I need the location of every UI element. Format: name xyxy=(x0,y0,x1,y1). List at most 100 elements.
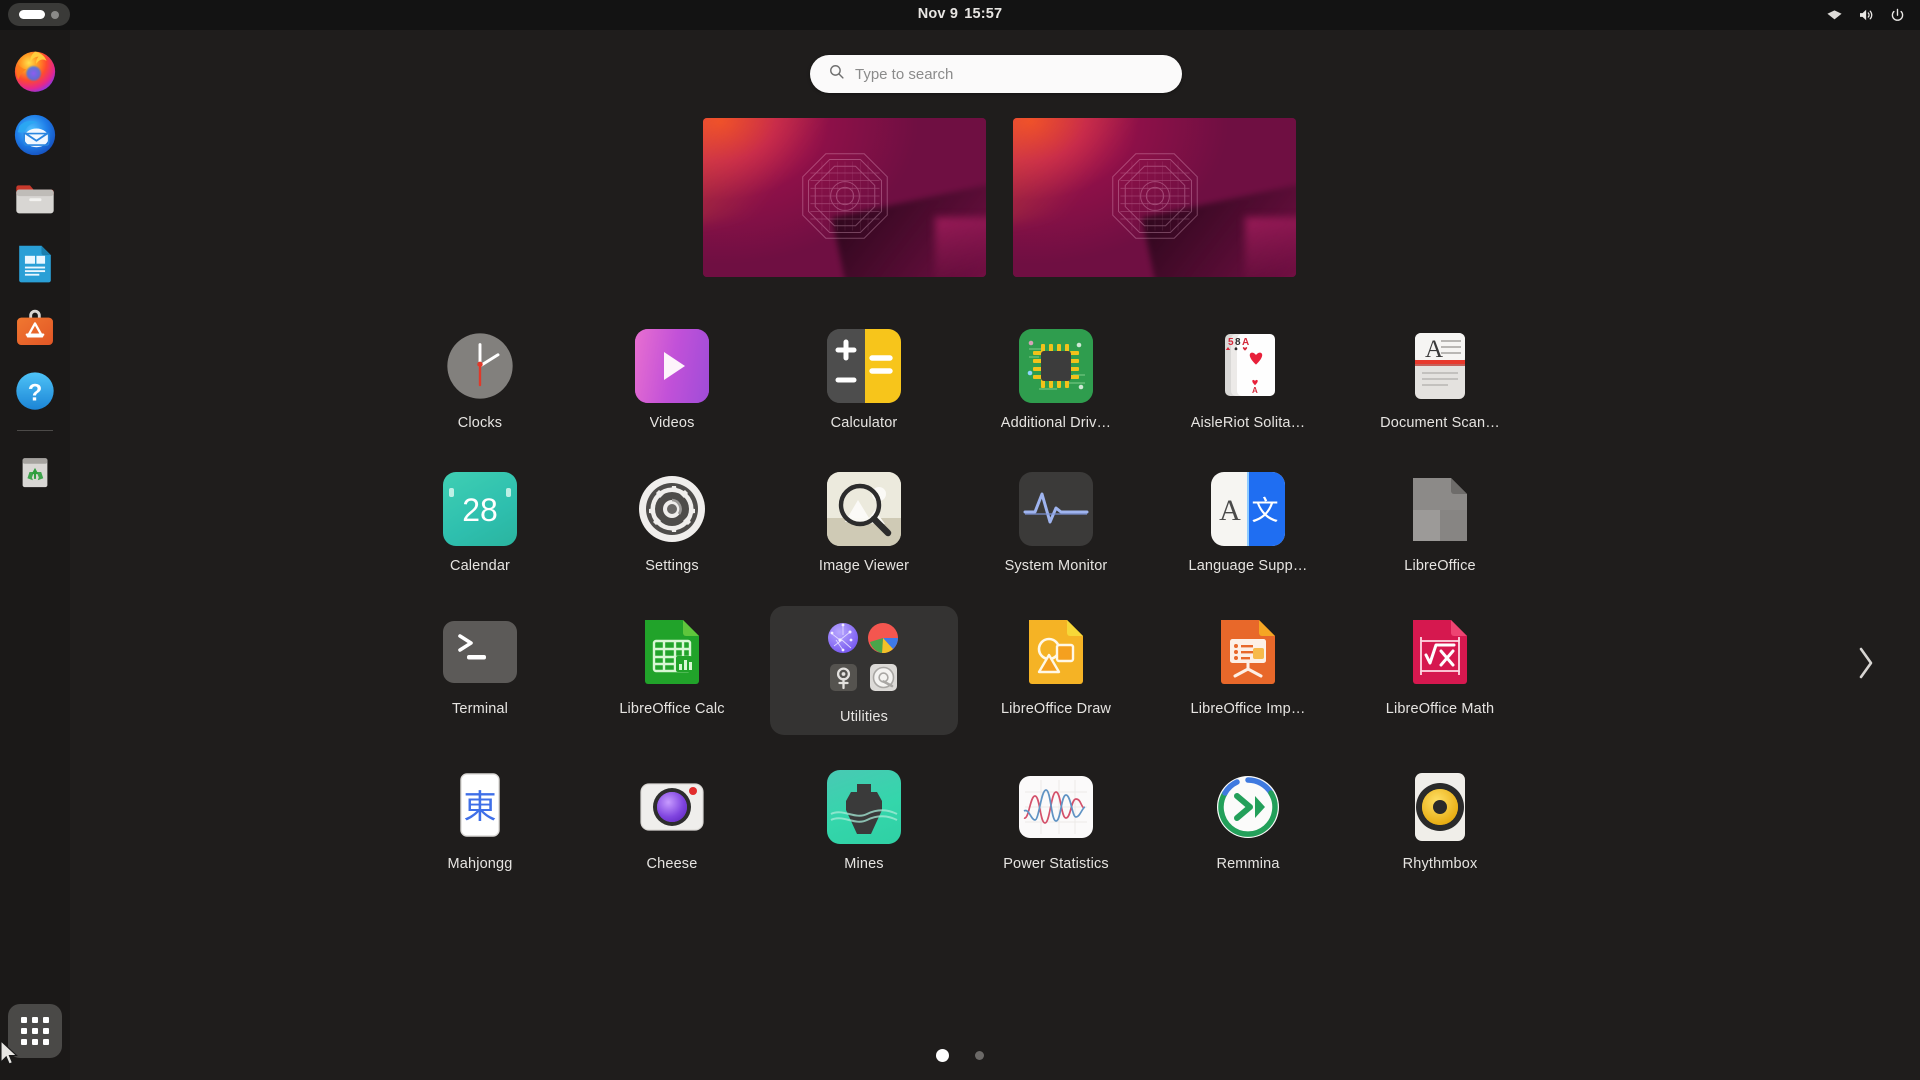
app-item-libreoffice-impress[interactable]: LibreOffice Imp… xyxy=(1154,606,1342,735)
svg-text:?: ? xyxy=(28,380,42,406)
app-folder-utilities[interactable]: Utilities xyxy=(770,606,958,735)
dock-item-firefox[interactable] xyxy=(8,44,62,98)
app-label: Image Viewer xyxy=(818,558,910,574)
remmina-icon xyxy=(1210,769,1286,845)
passwords-keys-icon xyxy=(830,664,857,691)
libreoffice-impress-icon xyxy=(1210,614,1286,690)
calendar-day-number: 28 xyxy=(462,492,498,528)
app-item-power-statistics[interactable]: Power Statistics xyxy=(962,761,1150,878)
power-icon[interactable] xyxy=(1889,7,1906,24)
favorites-dock: ? xyxy=(0,30,70,1080)
mahjongg-glyph: 東 xyxy=(464,788,497,825)
app-label: LibreOffice Calc xyxy=(619,701,725,717)
dock-item-thunderbird[interactable] xyxy=(8,108,62,162)
app-label: Terminal xyxy=(452,701,508,717)
videos-icon xyxy=(634,328,710,404)
app-item-settings[interactable]: Settings xyxy=(578,463,766,580)
dock-item-libreoffice-writer[interactable] xyxy=(8,236,62,290)
app-label: Calendar xyxy=(449,558,511,574)
app-label: Mahjongg xyxy=(447,856,513,872)
libreoffice-draw-icon xyxy=(1018,614,1094,690)
cheese-camera-icon xyxy=(634,769,710,845)
calendar-icon: 28 xyxy=(442,471,518,547)
dock-separator xyxy=(17,430,53,431)
app-label: Rhythmbox xyxy=(1402,856,1478,872)
next-page-arrow[interactable] xyxy=(1846,640,1886,686)
app-label: System Monitor xyxy=(1004,558,1108,574)
app-grid-row: Terminal LibreOffice Calc Utilities Libr… xyxy=(70,606,1850,735)
workspace-thumbnail-2[interactable] xyxy=(1013,118,1296,277)
app-item-additional-drivers[interactable]: Additional Driv… xyxy=(962,320,1150,437)
app-item-calculator[interactable]: Calculator xyxy=(770,320,958,437)
app-item-remmina[interactable]: Remmina xyxy=(1154,761,1342,878)
app-label: AisleRiot Solita… xyxy=(1190,415,1306,431)
clocks-icon xyxy=(442,328,518,404)
utilities-folder-icon xyxy=(823,620,905,698)
app-item-mines[interactable]: Mines xyxy=(770,761,958,878)
clock-date-time[interactable]: Nov 9 15:57 xyxy=(0,6,1920,22)
network-globe-icon xyxy=(828,623,858,653)
app-grid-row: Clocks Videos Calculator Additional Driv… xyxy=(70,320,1850,437)
app-label: LibreOffice Draw xyxy=(1000,701,1112,717)
app-item-cheese[interactable]: Cheese xyxy=(578,761,766,878)
document-scanner-icon: A xyxy=(1402,328,1478,404)
app-label: Document Scan… xyxy=(1380,415,1500,431)
additional-drivers-icon xyxy=(1018,328,1094,404)
language-support-icon: A 文 xyxy=(1210,471,1286,547)
svg-text:文: 文 xyxy=(1252,496,1279,526)
svg-text:A: A xyxy=(1252,386,1258,395)
libreoffice-calc-icon xyxy=(634,614,710,690)
settings-gear-icon xyxy=(634,471,710,547)
svg-text:A: A xyxy=(1219,494,1241,527)
app-label: Videos xyxy=(649,415,695,431)
app-label: Mines xyxy=(844,856,884,872)
app-item-libreoffice-math[interactable]: LibreOffice Math xyxy=(1346,606,1534,735)
terminal-icon xyxy=(442,614,518,690)
app-label: LibreOffice xyxy=(1404,558,1476,574)
image-viewer-icon xyxy=(826,471,902,547)
chevron-right-icon xyxy=(1859,647,1873,679)
app-item-calendar[interactable]: 28 Calendar xyxy=(386,463,574,580)
dock-item-trash[interactable] xyxy=(8,445,62,499)
application-grid: Clocks Videos Calculator Additional Driv… xyxy=(70,320,1850,878)
clock-date: Nov 9 xyxy=(917,6,959,22)
app-item-document-scanner[interactable]: A Document Scan… xyxy=(1346,320,1534,437)
app-item-clocks[interactable]: Clocks xyxy=(386,320,574,437)
app-label: LibreOffice Math xyxy=(1385,701,1495,717)
disk-usage-pie-icon xyxy=(868,623,898,654)
app-item-image-viewer[interactable]: Image Viewer xyxy=(770,463,958,580)
search-entry[interactable] xyxy=(810,55,1182,93)
page-dot-2[interactable] xyxy=(975,1051,984,1060)
desktop-overview: Nov 9 15:57 ? Type to search Clocks Vide… xyxy=(0,0,1920,1080)
app-item-system-monitor[interactable]: System Monitor xyxy=(962,463,1150,580)
mahjongg-icon: 東 xyxy=(442,769,518,845)
app-item-language-support[interactable]: A 文 Language Supp… xyxy=(1154,463,1342,580)
aisleriot-solitaire-icon: 5 8 A A xyxy=(1210,328,1286,404)
app-label: Cheese xyxy=(646,856,698,872)
clock-time: 15:57 xyxy=(964,6,1003,22)
app-item-libreoffice-calc[interactable]: LibreOffice Calc xyxy=(578,606,766,735)
app-item-aisleriot-solitaire[interactable]: 5 8 A A AisleRiot Solita… xyxy=(1154,320,1342,437)
app-item-rhythmbox[interactable]: Rhythmbox xyxy=(1346,761,1534,878)
page-indicator xyxy=(0,1049,1920,1062)
workspace-thumbnail-1[interactable] xyxy=(703,118,986,277)
app-item-libreoffice-draw[interactable]: LibreOffice Draw xyxy=(962,606,1150,735)
search-icon xyxy=(828,63,845,85)
app-label: Language Supp… xyxy=(1188,558,1308,574)
libreoffice-math-icon xyxy=(1402,614,1478,690)
page-dot-1[interactable] xyxy=(936,1049,949,1062)
app-item-terminal[interactable]: Terminal xyxy=(386,606,574,735)
mines-icon xyxy=(826,769,902,845)
search-input[interactable] xyxy=(855,55,1164,93)
ubuntu-wallpaper-emblem xyxy=(1111,153,1198,239)
dock-item-help[interactable]: ? xyxy=(8,364,62,418)
system-status-area[interactable] xyxy=(1826,0,1906,30)
dock-item-ubuntu-software[interactable] xyxy=(8,300,62,354)
power-statistics-icon xyxy=(1018,769,1094,845)
app-item-mahjongg[interactable]: 東 Mahjongg xyxy=(386,761,574,878)
app-item-videos[interactable]: Videos xyxy=(578,320,766,437)
wifi-icon[interactable] xyxy=(1826,7,1843,24)
volume-icon[interactable] xyxy=(1857,6,1875,24)
dock-item-files[interactable] xyxy=(8,172,62,226)
app-item-libreoffice[interactable]: LibreOffice xyxy=(1346,463,1534,580)
